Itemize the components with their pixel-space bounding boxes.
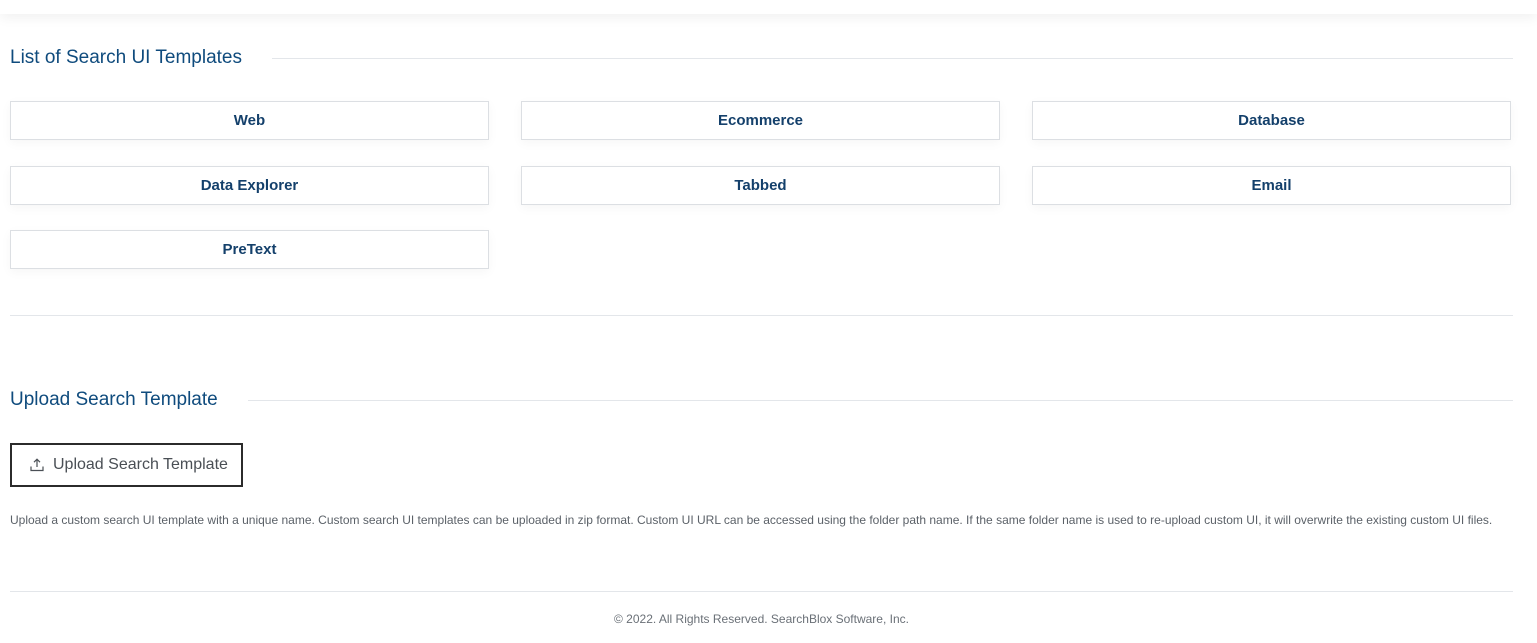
heading-rule bbox=[247, 399, 1513, 401]
upload-help-text: Upload a custom search UI template with … bbox=[10, 513, 1493, 527]
footer-divider bbox=[10, 591, 1513, 592]
top-bar-shadow bbox=[0, 0, 1537, 14]
upload-heading: Upload Search Template bbox=[10, 387, 1513, 413]
upload-button-label: Upload Search Template bbox=[53, 456, 228, 473]
template-pretext-button[interactable]: PreText bbox=[10, 230, 489, 269]
template-tabbed-button[interactable]: Tabbed bbox=[521, 166, 1000, 205]
heading-rule bbox=[271, 57, 1513, 59]
upload-icon bbox=[29, 457, 45, 473]
upload-title: Upload Search Template bbox=[10, 389, 218, 410]
template-ecommerce-button[interactable]: Ecommerce bbox=[521, 101, 1000, 140]
template-database-button[interactable]: Database bbox=[1032, 101, 1511, 140]
template-web-button[interactable]: Web bbox=[10, 101, 489, 140]
section-divider bbox=[10, 315, 1513, 316]
templates-title: List of Search UI Templates bbox=[10, 47, 242, 68]
footer-copyright: © 2022. All Rights Reserved. SearchBlox … bbox=[614, 612, 909, 626]
template-email-button[interactable]: Email bbox=[1032, 166, 1511, 205]
templates-heading: List of Search UI Templates bbox=[10, 45, 1513, 71]
upload-search-template-button[interactable]: Upload Search Template bbox=[10, 443, 243, 487]
template-data-explorer-button[interactable]: Data Explorer bbox=[10, 166, 489, 205]
